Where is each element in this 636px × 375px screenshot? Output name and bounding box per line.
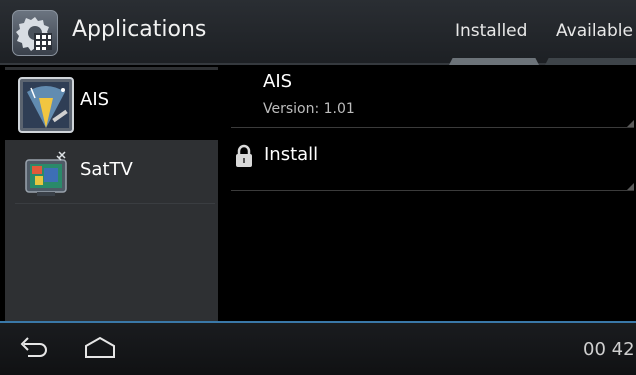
ais-radar-icon bbox=[17, 76, 75, 134]
screen: Applications Installed Available AIS Sat… bbox=[0, 0, 636, 375]
home-icon[interactable] bbox=[82, 335, 118, 361]
app-list-sidebar: AIS SatTV bbox=[5, 67, 218, 321]
settings-apps-icon[interactable] bbox=[12, 10, 58, 56]
tab-installed[interactable]: Installed bbox=[455, 21, 527, 41]
install-row[interactable]: Install bbox=[231, 130, 634, 191]
sattv-icon bbox=[17, 146, 75, 204]
action-bar: Applications Installed Available bbox=[0, 0, 636, 65]
app-title: Applications bbox=[72, 17, 207, 42]
sidebar-item-label: AIS bbox=[80, 89, 110, 110]
sidebar-divider bbox=[15, 203, 215, 204]
navigation-bar: 00 42 bbox=[0, 321, 636, 375]
install-button-label: Install bbox=[264, 144, 319, 165]
tab-available-indicator bbox=[545, 58, 636, 65]
row-corner-mark bbox=[627, 183, 634, 190]
lock-icon bbox=[236, 144, 252, 167]
back-icon[interactable] bbox=[16, 335, 50, 361]
row-corner-mark bbox=[627, 120, 634, 127]
status-clock: 00 42 bbox=[583, 339, 635, 360]
app-name: AIS bbox=[263, 71, 293, 92]
tab-available[interactable]: Available bbox=[556, 21, 633, 41]
sidebar-item-ais[interactable]: AIS bbox=[5, 70, 218, 140]
sidebar-item-label: SatTV bbox=[80, 159, 133, 180]
app-version: Version: 1.01 bbox=[263, 101, 355, 117]
app-info-row[interactable]: AIS Version: 1.01 bbox=[231, 67, 634, 128]
sidebar-item-sattv[interactable]: SatTV bbox=[5, 140, 218, 210]
tab-installed-indicator bbox=[449, 58, 539, 65]
